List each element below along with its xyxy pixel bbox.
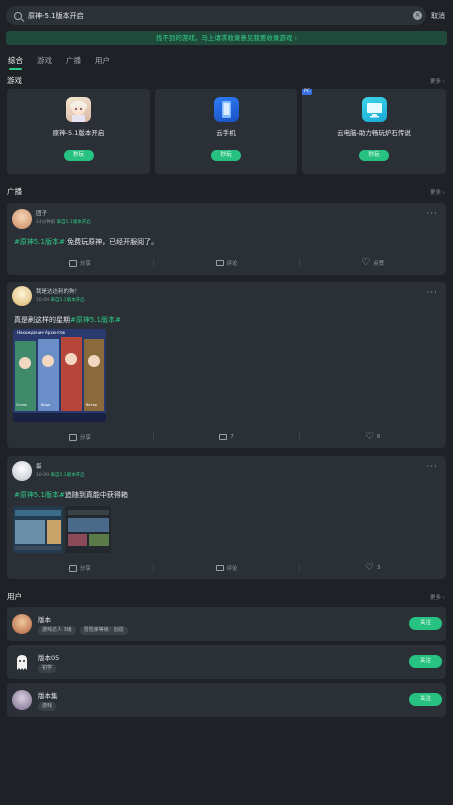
follow-button[interactable]: 关注 bbox=[409, 693, 442, 706]
avatar[interactable] bbox=[12, 209, 32, 229]
play-button[interactable]: 秒玩 bbox=[211, 150, 241, 161]
game-name: 云手机 bbox=[216, 129, 236, 137]
post-meta: 10-09 来自5.1版本开启 bbox=[36, 473, 85, 478]
avatar[interactable] bbox=[12, 690, 32, 710]
post-meta: 10-09 来自5.1版本开启 bbox=[36, 298, 85, 303]
post-card[interactable]: 蛋 10-09 来自5.1版本开启 ··· #原神5.1版本#追随到真能中获得箱… bbox=[7, 456, 446, 579]
share-icon bbox=[68, 259, 77, 267]
user-name[interactable]: 版本 bbox=[38, 614, 51, 624]
comment-button[interactable]: 评论 bbox=[154, 257, 300, 269]
user-badge: 冒险家等级：创造 bbox=[79, 626, 128, 635]
user-badges: 初学 bbox=[38, 664, 57, 673]
share-button[interactable]: 分享 bbox=[7, 562, 153, 574]
image-label: Ветер bbox=[86, 403, 97, 407]
clear-icon[interactable]: × bbox=[413, 11, 422, 20]
search-icon bbox=[14, 11, 22, 20]
comment-icon bbox=[215, 260, 224, 266]
ghost-avatar-icon[interactable] bbox=[12, 652, 32, 672]
comment-button[interactable]: 评论 bbox=[154, 562, 300, 574]
post-card[interactable]: 我是达达利的狗！ 10-09 来自5.1版本开启 ··· 真是刷这样的星期#原神… bbox=[7, 282, 446, 448]
games-section-title: 游戏 bbox=[7, 76, 22, 85]
post-actions: 分享 评论 3 bbox=[7, 562, 446, 574]
post-image[interactable] bbox=[13, 506, 63, 553]
user-name[interactable]: 版本05 bbox=[38, 652, 59, 662]
like-button[interactable]: 6 bbox=[300, 431, 446, 443]
user-badge: 初学 bbox=[38, 664, 57, 673]
share-icon bbox=[68, 433, 77, 441]
pc-tag: PC bbox=[302, 89, 312, 95]
user-badges: 游戏达人 3级 冒险家等级：创造 bbox=[38, 626, 128, 635]
play-button[interactable]: 秒玩 bbox=[359, 150, 389, 161]
games-more-link[interactable]: 更多 › bbox=[430, 77, 445, 85]
post-text: #原神5.1版本#追随到真能中获得箱 bbox=[14, 491, 128, 499]
cloud-phone-icon bbox=[213, 97, 239, 122]
play-button[interactable]: 秒玩 bbox=[63, 150, 94, 161]
tab-games[interactable]: 游戏 bbox=[37, 55, 52, 66]
user-badge: 游戏达人 3级 bbox=[38, 626, 76, 635]
users-more-link[interactable]: 更多 › bbox=[430, 593, 445, 601]
users-section-title: 用户 bbox=[7, 592, 22, 601]
more-options-icon[interactable]: ··· bbox=[426, 288, 438, 298]
share-button[interactable]: 分享 bbox=[7, 257, 153, 269]
request-game-banner[interactable]: 找不到的游戏，马上请求收录意见我要收录游戏 › bbox=[6, 31, 447, 45]
post-actions: 分享 评论 点赞 bbox=[7, 257, 446, 269]
post-meta: 14分钟前 来自5.1版本开启 bbox=[36, 220, 91, 225]
cancel-button[interactable]: 取消 bbox=[431, 11, 445, 21]
genshin-character-icon bbox=[66, 97, 91, 122]
user-card[interactable]: 版本05 初学 关注 bbox=[7, 645, 446, 679]
game-name: 原神-5.1版本开启 bbox=[52, 129, 105, 137]
avatar[interactable] bbox=[12, 461, 32, 481]
image-label: Огонь bbox=[16, 403, 28, 407]
broadcast-section-title: 广播 bbox=[7, 187, 22, 196]
image-caption: Нахождение Архонтов bbox=[17, 330, 65, 335]
post-text: #原神5.1版本# 免费玩原神，已经开服阅了。 bbox=[14, 238, 159, 246]
more-options-icon[interactable]: ··· bbox=[426, 462, 438, 472]
like-button[interactable]: 点赞 bbox=[300, 257, 446, 269]
game-card-cloud-pc[interactable]: 云电脑-助力畅玩炉石传说 秒玩 bbox=[302, 89, 446, 174]
post-author[interactable]: 蛋 bbox=[36, 462, 42, 470]
image-label: Вода bbox=[41, 403, 51, 407]
share-icon bbox=[68, 564, 77, 572]
comment-icon bbox=[215, 565, 224, 571]
post-image[interactable]: Нахождение Архонтов Огонь Вода Ветер bbox=[13, 329, 106, 422]
search-row: 原神-5.1版本开启 × 取消 bbox=[6, 6, 447, 26]
user-name[interactable]: 版本集 bbox=[38, 690, 58, 700]
result-tabs: 综合 游戏 广播 用户 bbox=[8, 55, 110, 70]
user-card[interactable]: 版本集 游戏 关注 bbox=[7, 683, 446, 717]
avatar[interactable] bbox=[12, 614, 32, 634]
share-button[interactable]: 分享 bbox=[7, 431, 153, 443]
game-name: 云电脑-助力畅玩炉石传说 bbox=[337, 129, 411, 137]
user-badge: 游戏 bbox=[38, 702, 57, 711]
post-author[interactable]: 我是达达利的狗！ bbox=[36, 287, 80, 295]
post-text: 真是刷这样的星期#原神5.1版本# bbox=[14, 316, 121, 324]
search-input[interactable]: 原神-5.1版本开启 × bbox=[6, 6, 426, 25]
post-author[interactable]: 团子 bbox=[36, 209, 47, 217]
post-card[interactable]: 团子 14分钟前 来自5.1版本开启 ··· #原神5.1版本# 免费玩原神，已… bbox=[7, 203, 446, 275]
game-card-cloud-phone[interactable]: 云手机 秒玩 bbox=[155, 89, 297, 174]
tab-users[interactable]: 用户 bbox=[95, 55, 110, 66]
user-badges: 游戏 bbox=[38, 702, 57, 711]
broadcast-more-link[interactable]: 更多 › bbox=[430, 188, 445, 196]
game-card-genshin[interactable]: 原神-5.1版本开启 秒玩 bbox=[7, 89, 150, 174]
search-query: 原神-5.1版本开启 bbox=[28, 11, 84, 20]
post-image[interactable] bbox=[66, 506, 111, 553]
heart-icon bbox=[361, 257, 370, 268]
tab-broadcast[interactable]: 广播 bbox=[66, 55, 81, 66]
comment-button[interactable]: 7 bbox=[154, 431, 300, 443]
post-actions: 分享 7 6 bbox=[7, 431, 446, 443]
like-button[interactable]: 3 bbox=[300, 562, 446, 574]
tab-all[interactable]: 综合 bbox=[8, 55, 23, 70]
comment-icon bbox=[219, 434, 228, 440]
avatar[interactable] bbox=[12, 286, 32, 306]
heart-icon bbox=[365, 431, 374, 442]
cloud-pc-icon bbox=[361, 97, 387, 122]
follow-button[interactable]: 关注 bbox=[409, 655, 442, 668]
heart-icon bbox=[365, 562, 374, 573]
more-options-icon[interactable]: ··· bbox=[426, 209, 438, 219]
user-card[interactable]: 版本 游戏达人 3级 冒险家等级：创造 关注 bbox=[7, 607, 446, 641]
follow-button[interactable]: 关注 bbox=[409, 617, 442, 630]
